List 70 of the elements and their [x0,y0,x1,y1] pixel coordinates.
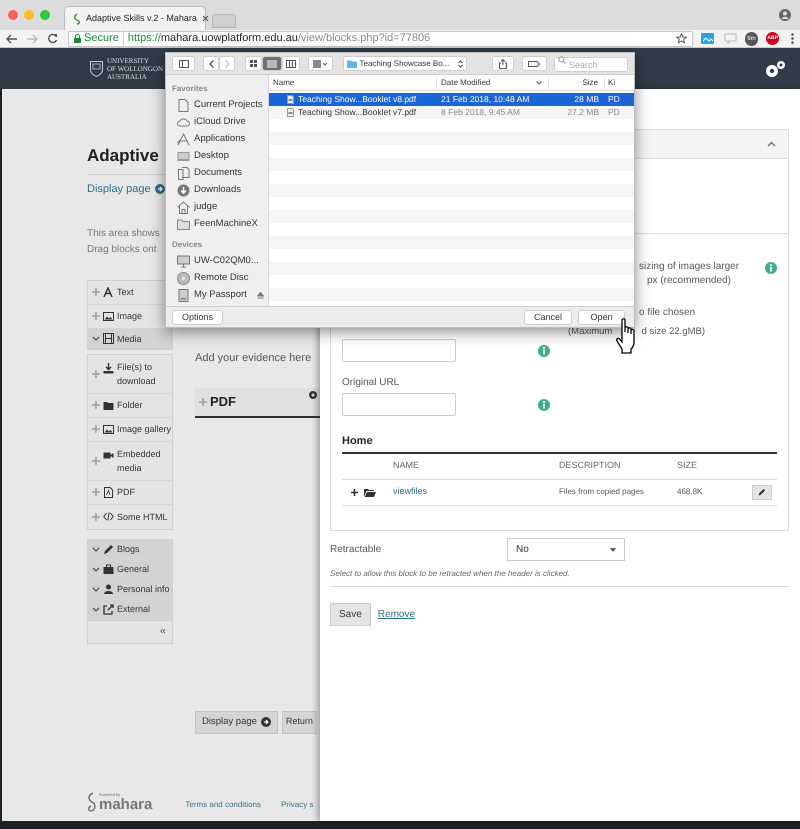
display-page-link[interactable]: Display page [87,181,165,198]
intro-text: Drag blocks ont [87,242,156,256]
size-limit-text: d size 22.gMB) [642,325,705,339]
column-header[interactable]: Date Modified [437,76,549,88]
sidebar-heading: Favorites [172,82,209,94]
table-cell-text: Files from copied pages [559,486,645,498]
sidebar-item[interactable]: Current Projects [172,97,268,114]
brand-text: mahara [99,796,152,812]
folder-title: Home [342,433,777,454]
sidebar-item[interactable]: FeenMachineX [172,216,268,233]
category-toggle[interactable]: General [88,560,172,580]
sidebar-item[interactable]: UW-C02QM0... [172,253,268,270]
sidebar-item[interactable]: Remote Disc [172,270,268,287]
block-item[interactable]: Image gallery [88,418,172,442]
sidebar-heading: Devices [172,238,204,250]
field-label: Retractable [330,543,382,557]
remove-link[interactable]: Remove [378,607,416,622]
help-text: sizing of images larger [639,260,740,274]
secure-label: Secure [84,30,124,47]
file-status-text: o file chosen [639,306,696,320]
sidebar-item[interactable]: My Passport [172,287,268,304]
block-item[interactable]: Folder [88,394,172,418]
size-limit-text: (Maximum [568,325,612,339]
return-button[interactable]: Return [282,710,317,734]
intro-text: This area shows [87,226,160,240]
sidebar-item[interactable]: iCloud Drive [172,114,268,131]
column-header[interactable]: Size [549,76,605,88]
block-item[interactable]: Embedded media [88,442,172,480]
url-text: https://mahara.uowplatform.edu.au/view/blocks.php?id=77806 [128,31,430,46]
folder-link[interactable]: viewfiles [393,485,559,499]
block-item[interactable]: Some HTML [88,504,172,528]
collapse-button[interactable]: « [88,620,172,642]
category-toggle[interactable]: Blogs [88,540,172,560]
location-popup[interactable]: Teaching Showcase Bo... [342,56,466,71]
block-item[interactable]: PDF [88,480,172,504]
block-title: PDF [210,393,236,412]
save-button[interactable]: Save [330,603,371,626]
column-header[interactable]: Ki [605,76,634,88]
help-text: Select to allow this block to be retracted when the header is clicked. [330,568,789,587]
column-header: SIZE [677,459,698,472]
category-toggle[interactable]: Media [88,328,172,348]
category-toggle[interactable]: External [88,600,172,620]
evidence-hint: Add your evidence here [195,350,312,366]
page-title: Adaptive [87,145,159,167]
field-label: Original URL [342,376,400,390]
browser-tab[interactable]: Adaptive Skills v.2 - Mahara [64,6,206,30]
column-header: NAME [393,459,420,472]
cancel-button[interactable]: Cancel [524,310,572,324]
display-page-button[interactable]: Display page [195,710,278,734]
sidebar-item[interactable]: Desktop [172,148,268,165]
search-field[interactable]: Search [554,57,628,72]
address-bar[interactable]: Secure https://mahara.uowplatform.edu.au/view/blocks.php?id=77806 [68,30,693,46]
open-button[interactable]: Open [578,310,625,324]
help-text: px (recommended) [647,274,732,288]
block-item[interactable]: File(s) to download [88,354,172,394]
sidebar-item[interactable]: Applications [172,131,268,148]
category-toggle[interactable]: Personal info [88,580,172,600]
footer-link[interactable]: Privacy s [280,798,314,810]
file-row[interactable]: Teaching Show...Booklet v8.pdf 21 Feb 2018, 10:48 AM 28 MB PD [269,93,634,106]
sidebar-item[interactable]: Downloads [172,182,268,199]
retractable-select[interactable]: No [507,538,625,561]
footer-link[interactable]: Terms and conditions [185,798,261,810]
table-cell-text: 468.8K [677,486,704,498]
column-header: DESCRIPTION [559,459,622,472]
column-header[interactable]: Name [269,76,437,88]
sidebar-item[interactable]: Documents [172,165,268,182]
options-button[interactable]: Options [172,310,224,324]
file-row[interactable]: Teaching Show...Booklet v7.pdf 8 Feb 2018, 9:45 AM 27.2 MB PD [269,106,634,119]
sidebar-item[interactable]: judge [172,199,268,216]
tab-title: Adaptive Skills v.2 - Mahara [86,12,197,25]
